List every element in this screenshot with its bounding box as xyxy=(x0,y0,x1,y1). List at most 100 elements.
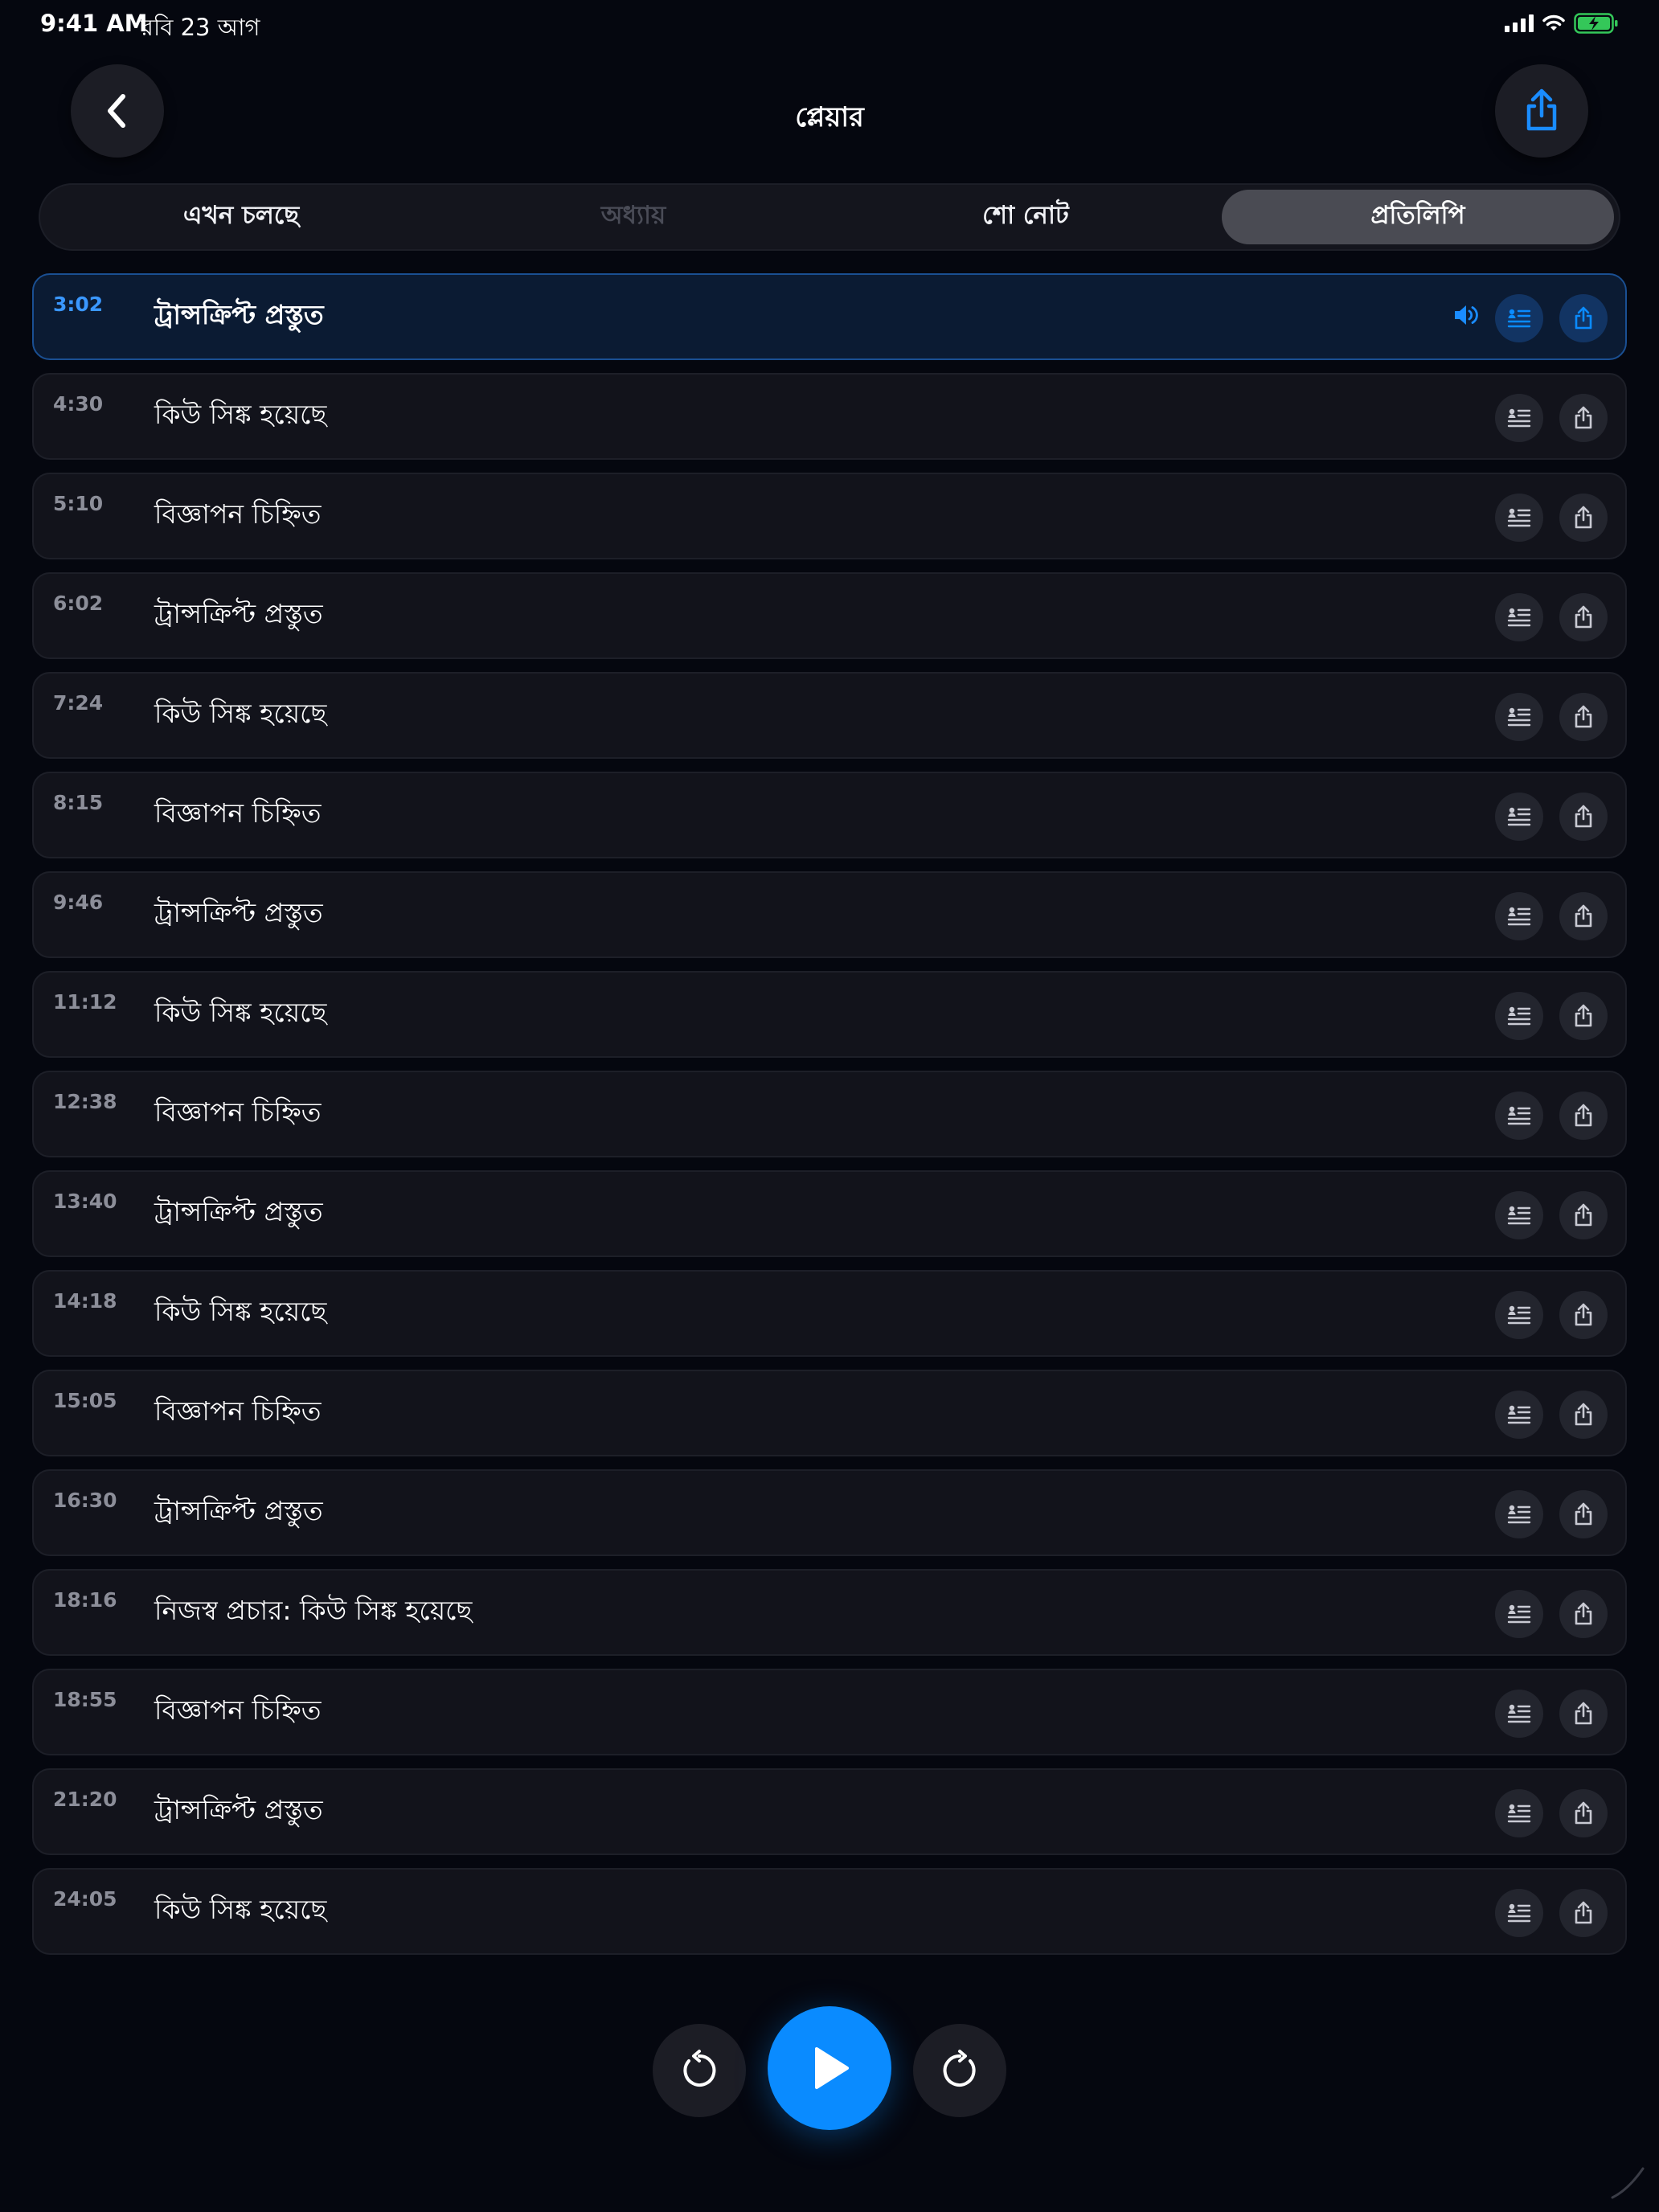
forward-button[interactable] xyxy=(913,2024,1006,2117)
wifi-icon xyxy=(1542,14,1565,31)
share-row-button[interactable] xyxy=(1559,1590,1608,1638)
chapter-list-icon xyxy=(1507,1704,1531,1723)
transcript-text: ট্রান্সক্রিপ্ট প্রস্তুত xyxy=(154,1495,323,1526)
timestamp: 3:02 xyxy=(53,293,104,316)
transcript-row[interactable]: 8:15 বিজ্ঞাপন চিহ্নিত xyxy=(32,772,1627,858)
chapters-button[interactable] xyxy=(1495,1391,1543,1439)
tab-now-playing[interactable]: এখন চলছে xyxy=(45,190,437,244)
chapters-button[interactable] xyxy=(1495,892,1543,940)
share-row-button[interactable] xyxy=(1559,1889,1608,1937)
tab-show-notes[interactable]: শো নোট xyxy=(830,190,1222,244)
timestamp: 16:30 xyxy=(53,1489,117,1512)
transcript-text: কিউ সিঙ্ক হয়েছে xyxy=(154,698,327,729)
timestamp: 24:05 xyxy=(53,1887,117,1911)
forward-icon xyxy=(943,2050,976,2087)
timestamp: 18:16 xyxy=(53,1588,117,1612)
transcript-row[interactable]: 18:55 বিজ্ঞাপন চিহ্নিত xyxy=(32,1669,1627,1755)
player-controls xyxy=(0,2006,1659,2135)
chapters-button[interactable] xyxy=(1495,1590,1543,1638)
transcript-row[interactable]: 12:38 বিজ্ঞাপন চিহ্নিত xyxy=(32,1071,1627,1157)
chapters-button[interactable] xyxy=(1495,1690,1543,1738)
segmented-tabs: এখন চলছে অধ্যায় শো নোট প্রতিলিপি xyxy=(39,183,1620,251)
timestamp: 9:46 xyxy=(53,891,104,914)
play-button[interactable] xyxy=(768,2006,891,2130)
share-row-button[interactable] xyxy=(1559,494,1608,542)
cellular-signal-icon xyxy=(1505,14,1534,32)
share-row-button[interactable] xyxy=(1559,394,1608,442)
transcript-text: কিউ সিঙ্ক হয়েছে xyxy=(154,1296,327,1327)
timestamp: 4:30 xyxy=(53,392,104,416)
chapters-button[interactable] xyxy=(1495,1490,1543,1538)
tab-transcript[interactable]: প্রতিলিপি xyxy=(1222,190,1614,244)
chapter-list-icon xyxy=(1507,707,1531,727)
transcript-row[interactable]: 21:20 ট্রান্সক্রিপ্ট প্রস্তুত xyxy=(32,1768,1627,1855)
transcript-row[interactable]: 3:02 ট্রান্সক্রিপ্ট প্রস্তুত xyxy=(32,273,1627,360)
transcript-row[interactable]: 16:30 ট্রান্সক্রিপ্ট প্রস্তুত xyxy=(32,1469,1627,1556)
chapters-button[interactable] xyxy=(1495,1889,1543,1937)
share-row-button[interactable] xyxy=(1559,1690,1608,1738)
chapters-button[interactable] xyxy=(1495,593,1543,641)
chapter-list-icon xyxy=(1507,508,1531,527)
transcript-row[interactable]: 18:16 নিজস্ব প্রচার: কিউ সিঙ্ক হয়েছে xyxy=(32,1569,1627,1656)
transcript-row[interactable]: 4:30 কিউ সিঙ্ক হয়েছে xyxy=(32,373,1627,460)
share-row-button[interactable] xyxy=(1559,793,1608,841)
share-row-button[interactable] xyxy=(1559,992,1608,1040)
chapters-button[interactable] xyxy=(1495,294,1543,342)
share-row-button[interactable] xyxy=(1559,1191,1608,1239)
chapter-list-icon xyxy=(1507,1505,1531,1524)
transcript-text: বিজ্ঞাপন চিহ্নিত xyxy=(154,797,322,829)
chapter-list-icon xyxy=(1507,1804,1531,1823)
transcript-row[interactable]: 13:40 ট্রান্সক্রিপ্ট প্রস্তুত xyxy=(32,1170,1627,1257)
transcript-text: ট্রান্সক্রিপ্ট প্রস্তুত xyxy=(154,598,323,629)
transcript-row[interactable]: 9:46 ট্রান্সক্রিপ্ট প্রস্তুত xyxy=(32,871,1627,958)
share-row-button[interactable] xyxy=(1559,693,1608,741)
status-bar: 9:41 AM রবি 23 আগ xyxy=(0,0,1659,51)
share-row-button[interactable] xyxy=(1559,1391,1608,1439)
transcript-row[interactable]: 15:05 বিজ্ঞাপন চিহ্নিত xyxy=(32,1370,1627,1456)
rewind-button[interactable] xyxy=(653,2024,746,2117)
transcript-row[interactable]: 5:10 বিজ্ঞাপন চিহ্নিত xyxy=(32,473,1627,559)
share-icon xyxy=(1575,605,1592,629)
chapters-button[interactable] xyxy=(1495,793,1543,841)
transcript-text: কিউ সিঙ্ক হয়েছে xyxy=(154,399,327,430)
transcript-text: বিজ্ঞাপন চিহ্নিত xyxy=(154,1395,322,1427)
chapters-button[interactable] xyxy=(1495,1291,1543,1339)
chapter-list-icon xyxy=(1507,1405,1531,1424)
share-row-button[interactable] xyxy=(1559,892,1608,940)
share-icon xyxy=(1575,1004,1592,1027)
tab-chapters: অধ্যায় xyxy=(600,201,666,230)
transcript-row[interactable]: 11:12 কিউ সিঙ্ক হয়েছে xyxy=(32,971,1627,1058)
share-row-button[interactable] xyxy=(1559,593,1608,641)
chapters-button[interactable] xyxy=(1495,1789,1543,1837)
timestamp: 12:38 xyxy=(53,1090,117,1113)
transcript-row[interactable]: 14:18 কিউ সিঙ্ক হয়েছে xyxy=(32,1270,1627,1357)
share-icon xyxy=(1575,705,1592,728)
share-icon xyxy=(1575,406,1592,429)
chapters-button[interactable] xyxy=(1495,992,1543,1040)
chapters-button[interactable] xyxy=(1495,494,1543,542)
transcript-text: ট্রান্সক্রিপ্ট প্রস্তুত xyxy=(154,299,324,330)
timestamp: 15:05 xyxy=(53,1389,117,1412)
share-row-button[interactable] xyxy=(1559,1789,1608,1837)
status-date: রবি 23 আগ xyxy=(141,14,260,41)
share-icon xyxy=(1575,1702,1592,1725)
share-row-button[interactable] xyxy=(1559,1092,1608,1140)
chapters-button[interactable] xyxy=(1495,1092,1543,1140)
chapters-button[interactable] xyxy=(1495,1191,1543,1239)
chapters-button[interactable] xyxy=(1495,394,1543,442)
share-icon xyxy=(1575,1203,1592,1227)
chapter-list-icon xyxy=(1507,807,1531,826)
transcript-row[interactable]: 24:05 কিউ সিঙ্ক হয়েছে xyxy=(32,1868,1627,1955)
transcript-row[interactable]: 6:02 ট্রান্সক্রিপ্ট প্রস্তুত xyxy=(32,572,1627,659)
timestamp: 8:15 xyxy=(53,791,104,814)
transcript-row[interactable]: 7:24 কিউ সিঙ্ক হয়েছে xyxy=(32,672,1627,759)
share-button[interactable] xyxy=(1495,64,1588,158)
timestamp: 11:12 xyxy=(53,990,117,1014)
share-icon xyxy=(1575,1602,1592,1625)
share-row-button[interactable] xyxy=(1559,1490,1608,1538)
share-row-button[interactable] xyxy=(1559,1291,1608,1339)
share-row-button[interactable] xyxy=(1559,294,1608,342)
timestamp: 14:18 xyxy=(53,1289,117,1313)
chapters-button[interactable] xyxy=(1495,693,1543,741)
timestamp: 18:55 xyxy=(53,1688,117,1711)
